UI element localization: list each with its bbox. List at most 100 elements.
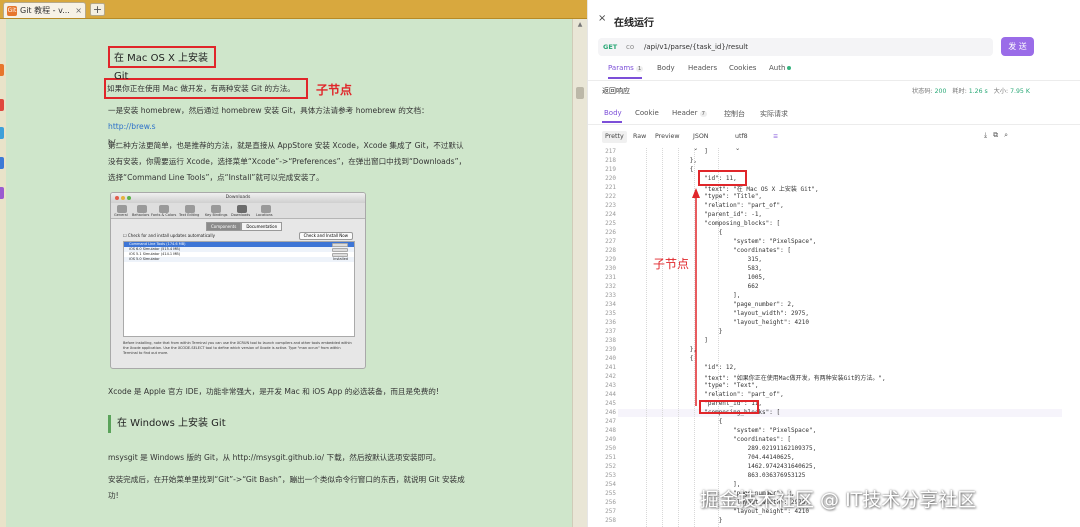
code-line: "parent_id": -1, (632, 211, 763, 218)
scroll-up-icon[interactable]: ▲ (576, 21, 584, 29)
paragraph-msysgit: msysgit 是 Windows 版的 Git，从 http://msysgi… (108, 453, 441, 462)
component-name: Command Line Tools (174.6 MB) (129, 242, 186, 246)
segment-components[interactable]: Components (206, 222, 242, 231)
component-name: iOS 5.0 Simulator (129, 257, 160, 261)
tab-headers[interactable]: Headers (688, 64, 717, 72)
status-code: 200 (934, 88, 947, 95)
url-bar[interactable]: GET co /api/v1/parse/{task_id}/result (598, 38, 993, 56)
vertical-scrollbar[interactable]: ▲ (572, 19, 587, 527)
code-line: "coordinates": [ (632, 436, 791, 443)
resp-tab-console[interactable]: 控制台 (724, 109, 745, 119)
tab-cookies[interactable]: Cookies (729, 64, 756, 72)
browser-tab[interactable]: Git Git 教程 - v... × (3, 2, 86, 18)
line-number: 230 (605, 265, 616, 272)
resp-tab-header[interactable]: Header 7 (672, 109, 707, 117)
code-line: "system": "PixelSpace", (632, 238, 817, 245)
download-icon[interactable]: ⤓ (984, 131, 993, 139)
line-number: 231 (605, 274, 616, 281)
code-line: ] (632, 337, 708, 344)
line-number: 223 (605, 202, 616, 209)
code-line: "coordinates": [ (632, 247, 791, 254)
close-icon[interactable]: × (598, 13, 608, 24)
check-install-button[interactable]: Check and Install Now (298, 232, 353, 240)
header-count-badge: 7 (699, 111, 707, 117)
code-line: "layout_height": 4210 (632, 319, 810, 326)
line-number: 246 (605, 409, 616, 416)
code-line: ], (632, 292, 741, 299)
view-pretty[interactable]: Pretty (602, 131, 627, 143)
format-select-label: JSON (693, 133, 709, 140)
code-line: }, (632, 346, 698, 353)
line-number: 235 (605, 310, 616, 317)
tab-title: Git 教程 - v... (20, 6, 70, 15)
line-number: 258 (605, 517, 616, 524)
wrap-lines-icon[interactable]: ≡ (770, 131, 781, 143)
code-line: 583, (632, 265, 763, 272)
line-number: 218 (605, 157, 616, 164)
resp-tab-body[interactable]: Body (604, 109, 622, 117)
code-line: 704.44140625, (632, 454, 795, 461)
xcode-downloads-screenshot: Downloads General Behaviors Fonts & Colo… (110, 192, 366, 369)
copy-icon[interactable]: ⧉ (993, 131, 1004, 139)
resp-tab-cookie[interactable]: Cookie (635, 109, 659, 117)
line-number: 220 (605, 175, 616, 182)
install-button[interactable] (332, 247, 348, 252)
code-line: "page_number": 2, (632, 301, 795, 308)
line-number: 256 (605, 499, 616, 506)
http-method[interactable]: GET (603, 38, 617, 56)
toolbar-label: General (114, 213, 128, 217)
code-line: } (632, 517, 723, 524)
component-name: iOS 6.0 Simulator (515.4 MB) (129, 247, 181, 251)
tab-body[interactable]: Body (657, 64, 675, 72)
status-label: 状态码: (912, 88, 933, 95)
code-line: "system": "PixelSpace", (632, 427, 817, 434)
toolbar-label: Fonts & Colors (151, 213, 177, 217)
component-status: Installed (333, 257, 348, 261)
tab-params[interactable]: Params 1 (608, 64, 644, 72)
tab-auth-label: Auth (769, 64, 786, 72)
code-line: "text": "如果你正在使用Mac做开发，有两种安装Git的方法。", (632, 375, 886, 382)
view-preview[interactable]: Preview (652, 131, 683, 143)
scroll-thumb[interactable] (576, 87, 584, 99)
line-number: 250 (605, 445, 616, 452)
json-code-view[interactable]: 217 ] 218 }, 219 {220 "id": 11, 221 "text":… (588, 148, 1068, 527)
code-line: 315, (632, 256, 763, 263)
resp-tab-header-label: Header (672, 109, 698, 117)
api-run-panel: × 在线运行 GET co /api/v1/parse/{task_id}/re… (587, 0, 1080, 527)
line-number: 225 (605, 220, 616, 227)
send-button[interactable]: 发 送 (1001, 37, 1034, 56)
line-number: 255 (605, 490, 616, 497)
screenshot-window-title: Downloads (111, 193, 365, 203)
response-label: 返回响应 (602, 87, 630, 95)
code-line: ] (632, 148, 708, 155)
child-node-label: 子节点 (653, 257, 690, 271)
tab-auth[interactable]: Auth (769, 64, 792, 72)
response-meta: 状态码: 200 耗时: 1.26 s 大小: 7.95 K (912, 86, 1030, 95)
view-icons: ⤓⧉⌕ (984, 131, 1014, 140)
line-number: 227 (605, 238, 616, 245)
url-input[interactable]: /api/v1/parse/{task_id}/result (644, 38, 748, 56)
line-number: 244 (605, 391, 616, 398)
line-number: 238 (605, 337, 616, 344)
install-button[interactable] (332, 252, 348, 257)
code-line: 863.036376953125 (632, 472, 806, 479)
resp-tab-actual[interactable]: 实际请求 (760, 109, 788, 119)
homebrew-link[interactable]: http://brew.s (108, 122, 156, 131)
line-number: 237 (605, 328, 616, 335)
auto-update-label: Check for and install updates automatica… (127, 233, 215, 238)
code-line: { (632, 166, 694, 173)
search-icon[interactable]: ⌕ (1004, 131, 1014, 139)
close-tab-icon[interactable]: × (75, 3, 82, 18)
segment-documentation[interactable]: Documentation (241, 222, 283, 231)
general-icon (117, 205, 127, 213)
highlight-box-id (698, 170, 747, 186)
view-raw[interactable]: Raw (630, 131, 649, 143)
minimize-light-icon (121, 196, 125, 200)
line-number: 254 (605, 481, 616, 488)
list-item[interactable]: iOS 5.0 Simulator Installed (124, 257, 354, 262)
auto-update-checkbox[interactable]: ☐ Check for and install updates automati… (123, 233, 215, 238)
install-button[interactable] (332, 242, 348, 247)
locations-icon (261, 205, 271, 213)
new-tab-button[interactable]: + (90, 3, 105, 16)
child-node-label: 子节点 (316, 83, 353, 97)
